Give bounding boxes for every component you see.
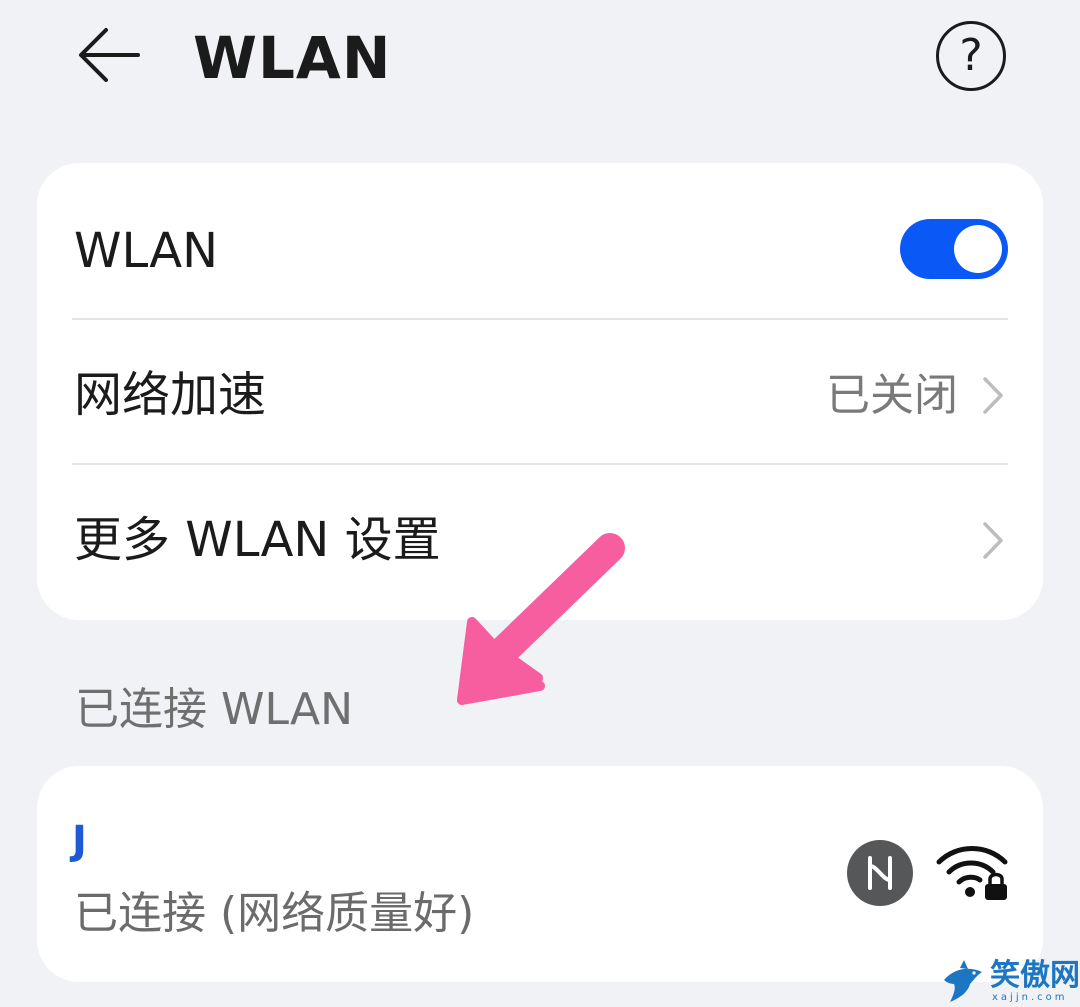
page-title: WLAN bbox=[193, 24, 392, 92]
watermark: 笑傲网 xajjn.com bbox=[940, 958, 1080, 1007]
wlan-label: WLAN bbox=[74, 223, 219, 279]
wlan-toggle-row[interactable]: WLAN bbox=[74, 179, 1008, 324]
back-button[interactable] bbox=[70, 22, 146, 88]
divider bbox=[72, 463, 1008, 465]
settings-card: WLAN 网络加速 已关闭 更多 WLAN 设置 bbox=[37, 163, 1043, 620]
connected-section-header: 已连接 WLAN bbox=[75, 684, 354, 735]
network-name: J bbox=[72, 818, 87, 864]
more-wlan-settings-row[interactable]: 更多 WLAN 设置 bbox=[74, 468, 1008, 613]
chevron-right-icon bbox=[978, 518, 1008, 563]
network-status: 已连接 (网络质量好) bbox=[74, 888, 475, 939]
switch-knob bbox=[954, 225, 1002, 273]
harmony-h-icon bbox=[847, 840, 913, 906]
connected-network-item[interactable]: J 已连接 (网络质量好) bbox=[37, 766, 1043, 982]
shark-logo-icon bbox=[940, 958, 986, 1007]
top-app-bar: WLAN ? bbox=[0, 0, 1080, 120]
network-acceleration-row[interactable]: 网络加速 已关闭 bbox=[74, 323, 1008, 468]
network-acceleration-label: 网络加速 bbox=[74, 367, 267, 423]
more-wlan-settings-label: 更多 WLAN 设置 bbox=[74, 512, 441, 568]
watermark-text: 笑傲网 bbox=[990, 958, 1080, 993]
arrow-left-icon bbox=[79, 28, 140, 82]
help-button[interactable]: ? bbox=[936, 21, 1006, 91]
divider bbox=[72, 318, 1008, 320]
chevron-right-icon bbox=[978, 373, 1008, 418]
question-circle-icon: ? bbox=[959, 30, 983, 81]
wlan-settings-screen: WLAN ? WLAN 网络加速 已关闭 更多 WLAN 设置 已连接 WLAN… bbox=[0, 0, 1080, 1007]
watermark-url: xajjn.com bbox=[992, 992, 1068, 1003]
wlan-switch[interactable] bbox=[900, 219, 1008, 279]
wifi-locked-icon bbox=[935, 840, 1011, 902]
network-acceleration-value: 已关闭 bbox=[826, 370, 958, 421]
